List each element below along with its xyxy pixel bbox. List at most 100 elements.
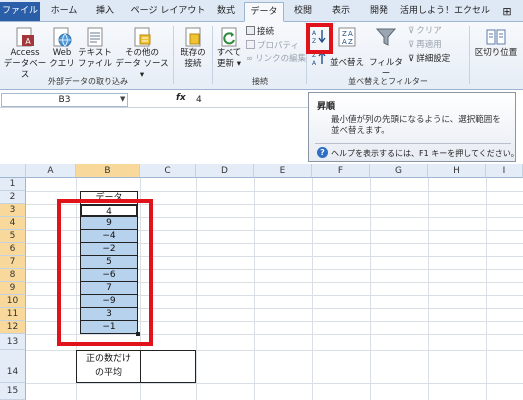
clear-button[interactable]: ⊽ クリア [408, 26, 442, 37]
svg-text:A: A [312, 60, 317, 66]
text-to-columns-button[interactable]: 区切り位置 [472, 26, 520, 59]
column-header[interactable]: I [486, 164, 523, 178]
globe-icon [53, 27, 72, 47]
row-header[interactable]: 9 [0, 282, 26, 295]
tab-excel-tips[interactable]: 活用しよう！エクセル [400, 2, 490, 22]
reapply-icon: ⊽ [408, 40, 415, 50]
column-header[interactable]: G [370, 164, 428, 178]
sort-dialog-button[interactable]: Z A A Z 並べ替え [330, 26, 364, 69]
tab-file[interactable]: ファイル [0, 2, 40, 21]
text-file-button[interactable]: テキスト ファイル [76, 26, 114, 70]
sort-label: 並べ替え [330, 58, 365, 68]
connections-label: 接続 [257, 27, 275, 37]
tooltip-divider [315, 143, 511, 144]
properties-label: プロパティ [257, 41, 299, 51]
text-label-2: ファイル [77, 59, 112, 69]
column-header[interactable]: D [196, 164, 254, 178]
connections-button[interactable]: 接続 [246, 26, 274, 38]
row-header[interactable]: 14 [0, 350, 26, 383]
funnel-icon [375, 28, 397, 46]
group-separator [173, 26, 174, 84]
edit-links-button[interactable]: ∞ リンクの編集 [246, 54, 306, 65]
select-all-corner[interactable] [0, 164, 26, 178]
tab-page-layout[interactable]: ページ レイアウト [128, 2, 208, 22]
gridline [196, 178, 197, 400]
row-header[interactable]: 6 [0, 243, 26, 256]
row-header[interactable]: 10 [0, 295, 26, 308]
text-to-columns-icon [486, 29, 506, 45]
row-header[interactable]: 7 [0, 256, 26, 269]
tab-home[interactable]: ホーム [44, 2, 84, 22]
gridline [486, 178, 487, 400]
cell-b14-line2[interactable]: の平均 [77, 367, 140, 379]
b14-c14-divider [140, 350, 141, 383]
column-header[interactable]: A [26, 164, 76, 178]
refresh-label-2: 更新 ▾ [217, 59, 241, 69]
row-header[interactable]: 5 [0, 230, 26, 243]
row-header[interactable]: 15 [0, 383, 26, 400]
insert-function-icon[interactable]: fx [176, 93, 186, 103]
web-query-button[interactable]: Web クエリ [48, 26, 76, 70]
row-header[interactable]: 13 [0, 334, 26, 350]
svg-text:A: A [342, 38, 347, 46]
row-header[interactable]: 12 [0, 321, 26, 334]
row-header[interactable]: 4 [0, 217, 26, 230]
tab-review[interactable]: 校閲 [288, 2, 318, 22]
gridline [370, 178, 371, 400]
column-header[interactable]: C [140, 164, 196, 178]
advanced-filter-button[interactable]: ⊽ 詳細設定 [408, 54, 450, 65]
group-separator [469, 26, 470, 84]
svg-text:A: A [25, 37, 31, 46]
gridline [428, 178, 429, 400]
reapply-label: 再適用 [416, 40, 442, 50]
web-label-1: Web [52, 48, 72, 58]
help-icon: ? [317, 147, 328, 158]
group-label-external-data: 外部データの取り込み [48, 77, 128, 86]
cell-b14-line1[interactable]: 正の数だけ [77, 353, 140, 365]
row-header[interactable]: 2 [0, 191, 26, 204]
row-header[interactable]: 8 [0, 269, 26, 282]
filter-button[interactable]: フィルター [368, 26, 404, 80]
gridline [312, 178, 313, 400]
access-database-button[interactable]: A Access データベース [2, 26, 48, 81]
tab-view[interactable]: 表示 [326, 2, 356, 22]
column-header[interactable]: E [254, 164, 312, 178]
row-header[interactable]: 1 [0, 178, 26, 191]
tooltip-title: 昇順 [317, 102, 336, 112]
column-header[interactable]: H [428, 164, 486, 178]
gridline [26, 383, 523, 384]
other-sources-icon [134, 27, 151, 47]
group-label-connections: 接続 [252, 77, 268, 86]
ribbon-data: A Access データベース Web クエリ テキスト ファイル その他の デ… [0, 22, 523, 90]
sort-az-icon: Z A A Z [338, 27, 356, 47]
chevron-down-icon[interactable]: ▼ [120, 95, 125, 103]
tab-data[interactable]: データ [244, 2, 284, 22]
clear-label: クリア [416, 26, 442, 36]
chain-link-icon: ∞ [246, 54, 254, 64]
clear-funnel-icon: ⊽ [408, 26, 415, 36]
existing-connections-icon [185, 27, 201, 47]
tooltip-description: 最小値が列の先頭になるように、選択範囲を並べ替えます。 [331, 115, 501, 136]
formula-value[interactable]: 4 [196, 93, 202, 107]
existing-connections-button[interactable]: 既存の 接続 [176, 26, 210, 70]
row-header[interactable]: 3 [0, 204, 26, 217]
reapply-button[interactable]: ⊽ 再適用 [408, 40, 442, 51]
text-to-columns-label: 区切り位置 [474, 48, 518, 58]
svg-text:A: A [348, 30, 353, 38]
other-sources-button[interactable]: その他の データ ソース ▾ [114, 26, 170, 81]
row-header[interactable]: 11 [0, 308, 26, 321]
column-header[interactable]: B [76, 164, 140, 178]
existing-label-1: 既存の [180, 48, 206, 58]
properties-button[interactable]: プロパティ [246, 40, 299, 52]
refresh-all-button[interactable]: すべて 更新 ▾ [214, 26, 244, 70]
group-separator [212, 26, 213, 84]
other-label-1: その他の [124, 48, 159, 58]
name-box[interactable]: B3 [1, 93, 128, 107]
existing-label-2: 接続 [184, 59, 202, 69]
tab-insert[interactable]: 挿入 [88, 2, 122, 22]
tab-overflow-icon[interactable]: ⊞ [496, 2, 518, 22]
tab-developer[interactable]: 開発 [364, 2, 394, 22]
column-header[interactable]: F [312, 164, 370, 178]
svg-text:Z: Z [348, 38, 353, 46]
tab-formulas[interactable]: 数式 [210, 2, 242, 22]
